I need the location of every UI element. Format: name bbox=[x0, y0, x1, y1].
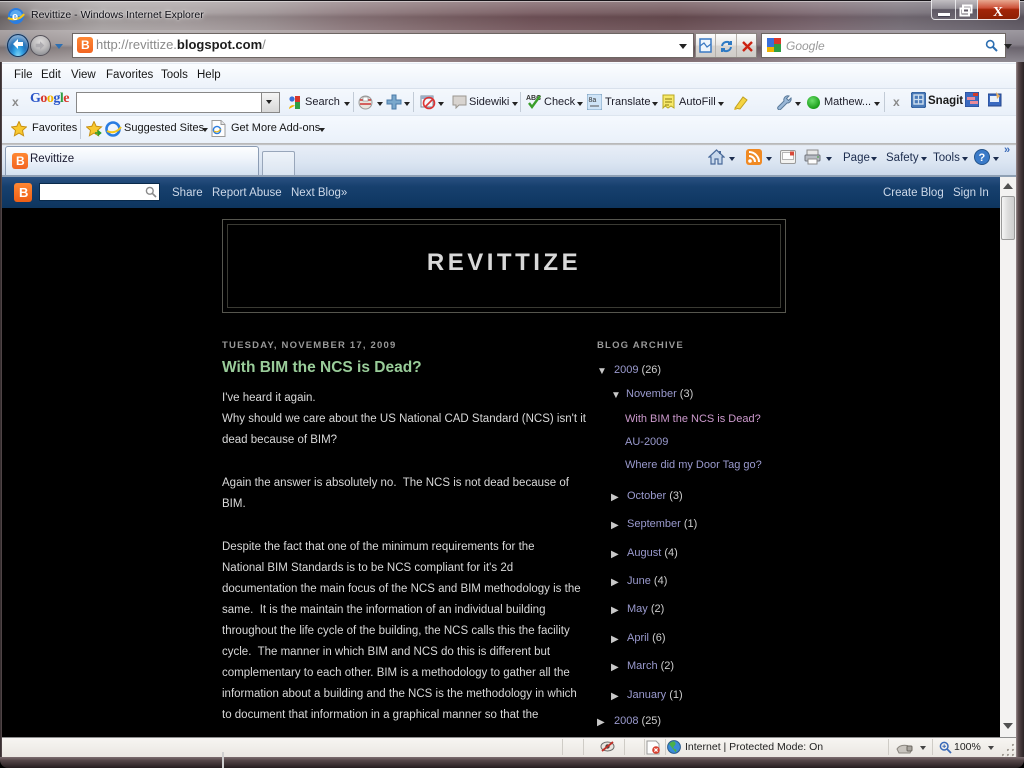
svg-text:X: X bbox=[993, 5, 1003, 17]
svg-text:8a: 8a bbox=[589, 97, 597, 104]
svg-text:e: e bbox=[12, 11, 18, 23]
svg-text:?: ? bbox=[979, 152, 986, 164]
